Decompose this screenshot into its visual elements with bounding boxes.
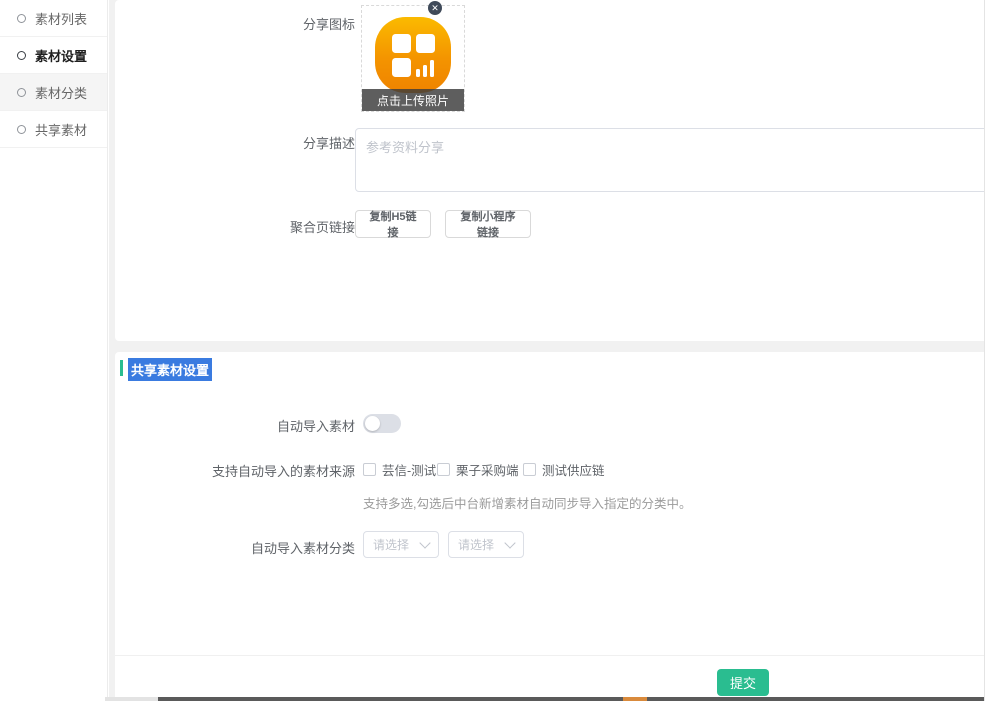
share-icon-upload-box[interactable]: 点击上传照片 (361, 5, 465, 112)
category-select-2[interactable]: 请选择 (448, 531, 524, 558)
circle-bullet-icon (17, 125, 26, 134)
source-hint-text: 支持多选,勾选后中台新增素材自动同步导入指定的分类中。 (363, 493, 691, 512)
upload-preview-icon (375, 17, 451, 93)
icon-bar (416, 69, 420, 77)
agg-link-label: 聚合页链接 (115, 217, 355, 236)
import-category-label: 自动导入素材分类 (115, 538, 355, 557)
page: 素材列表 素材设置 素材分类 共享素材 分享图标 点击上传照片 ✕ 分享描述 (0, 0, 985, 701)
checkbox-source-test-supply-chain[interactable]: 测试供应链 (523, 460, 605, 479)
circle-bullet-icon (17, 14, 26, 23)
sidebar-item-shared-material[interactable]: 共享素材 (0, 111, 107, 148)
chevron-down-icon (419, 537, 430, 548)
horizontal-scrollbar-thumb[interactable] (158, 697, 985, 701)
checkbox-label: 测试供应链 (542, 460, 605, 479)
auto-import-label: 自动导入素材 (115, 416, 355, 435)
copy-h5-link-button[interactable]: 复制H5链接 (355, 210, 431, 238)
select-placeholder: 请选择 (364, 536, 421, 553)
icon-bar (423, 65, 427, 77)
section-accent-bar (120, 360, 123, 376)
sidebar-item-label: 素材列表 (35, 9, 87, 28)
circle-bullet-icon (17, 51, 26, 60)
close-icon[interactable]: ✕ (428, 1, 442, 15)
upload-overlay-label: 点击上传照片 (362, 89, 464, 111)
icon-square (392, 58, 411, 77)
checkbox-label: 栗子采购端 (456, 460, 519, 479)
submit-button[interactable]: 提交 (717, 669, 769, 696)
toggle-knob (365, 416, 380, 431)
sidebar-item-label: 素材设置 (35, 46, 87, 65)
footer-divider (115, 655, 985, 656)
share-desc-label: 分享描述 (115, 133, 355, 152)
checkbox-icon (363, 463, 376, 476)
share-desc-textarea[interactable] (355, 128, 985, 192)
scrollbar-orange-segment (623, 697, 647, 701)
checkbox-icon (437, 463, 450, 476)
chevron-down-icon (504, 537, 515, 548)
auto-import-toggle[interactable] (363, 414, 401, 433)
checkbox-icon (523, 463, 536, 476)
copy-miniprogram-link-button[interactable]: 复制小程序链接 (445, 210, 531, 238)
circle-bullet-icon (17, 88, 26, 97)
category-select-1[interactable]: 请选择 (363, 531, 439, 558)
section-title: 共享素材设置 (128, 358, 212, 381)
icon-bar (430, 60, 434, 77)
icon-square (416, 34, 435, 53)
sidebar-item-material-settings[interactable]: 素材设置 (0, 37, 107, 74)
checkbox-label: 芸信-测试 (382, 460, 436, 479)
sidebar-item-label: 素材分类 (35, 83, 87, 102)
sidebar-item-material-category[interactable]: 素材分类 (0, 74, 107, 111)
sidebar-item-label: 共享素材 (35, 120, 87, 139)
shared-material-settings-card (115, 352, 985, 701)
import-source-label: 支持自动导入的素材来源 (115, 461, 355, 480)
select-placeholder: 请选择 (449, 536, 506, 553)
sidebar: 素材列表 素材设置 素材分类 共享素材 (0, 0, 108, 701)
checkbox-source-yunxin-test[interactable]: 芸信-测试 (363, 460, 436, 479)
sidebar-item-material-list[interactable]: 素材列表 (0, 0, 107, 37)
icon-square (392, 34, 411, 53)
share-icon-label: 分享图标 (115, 14, 355, 33)
checkbox-source-lizi-procurement[interactable]: 栗子采购端 (437, 460, 519, 479)
